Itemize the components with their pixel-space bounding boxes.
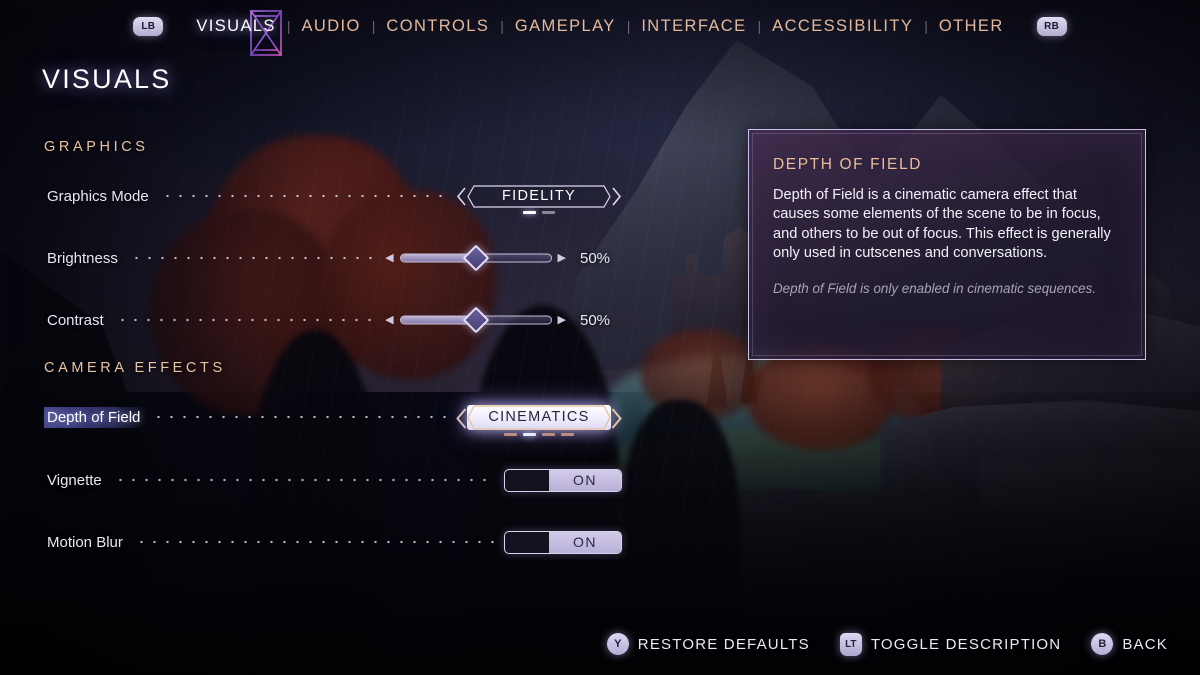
button-y-icon: Y (606, 633, 629, 655)
slider-value: 50% (580, 311, 611, 329)
footer-action-bar: Y RESTORE DEFAULTS LT TOGGLE DESCRIPTION… (0, 629, 1200, 659)
setting-row-brightness[interactable]: Brightness ◀ ▶ 50% (44, 243, 622, 273)
tab-controls[interactable]: CONTROLS (375, 17, 500, 36)
slider-handle[interactable] (462, 244, 489, 272)
setting-label: Graphics Mode (47, 187, 149, 205)
prompt-toggle-description[interactable]: LT TOGGLE DESCRIPTION (839, 632, 1062, 656)
category-nav-bar: LB VISUALS | AUDIO | CONTROLS | GAMEPLAY (0, 0, 1200, 56)
section-heading-graphics: GRAPHICS (44, 139, 149, 155)
toggle-state-label: ON (572, 472, 598, 488)
right-bumper-button[interactable]: RB (1036, 16, 1067, 36)
option-pagination (467, 210, 611, 214)
pagination-dash (542, 210, 555, 214)
dotted-leader (160, 189, 448, 203)
description-body: Depth of Field is a cinematic camera eff… (773, 187, 1111, 262)
setting-label: Contrast (47, 311, 104, 329)
tab-gameplay[interactable]: GAMEPLAY (504, 17, 627, 36)
setting-label: Depth of Field (44, 406, 145, 428)
slider-brightness[interactable]: ◀ ▶ 50% (385, 244, 622, 272)
prompt-label: BACK (1122, 635, 1168, 653)
stepper-depth-of-field[interactable]: CINEMATICS (456, 404, 622, 436)
dotted-leader (129, 251, 378, 265)
stepper-value-box: FIDELITY (467, 184, 611, 214)
pagination-dash (504, 432, 517, 436)
setting-label: Brightness (47, 249, 118, 267)
chevron-right-icon[interactable]: ▶ (558, 252, 566, 264)
description-panel: DEPTH OF FIELD Depth of Field is a cinem… (748, 129, 1146, 360)
setting-row-graphics-mode[interactable]: Graphics Mode FIDELITY (44, 181, 622, 214)
left-bumper-button[interactable]: LB (133, 16, 164, 36)
chevron-right-icon[interactable] (611, 186, 622, 206)
setting-label: Motion Blur (47, 533, 123, 551)
pagination-dash (523, 432, 536, 436)
stepper-value: FIDELITY (501, 188, 577, 204)
stepper-value-box: CINEMATICS (467, 404, 611, 436)
prompt-restore-defaults[interactable]: Y RESTORE DEFAULTS (606, 633, 810, 655)
chevron-right-icon[interactable] (611, 407, 622, 429)
button-b-icon: B (1091, 633, 1114, 655)
setting-row-depth-of-field[interactable]: Depth of Field CINEMATICS (44, 402, 622, 436)
tab-accessibility[interactable]: ACCESSIBILITY (761, 17, 924, 36)
description-title: DEPTH OF FIELD (773, 156, 922, 173)
tab-audio[interactable]: AUDIO (290, 17, 371, 36)
prompt-label: TOGGLE DESCRIPTION (870, 635, 1062, 653)
tab-visuals[interactable]: VISUALS (185, 17, 287, 36)
chevron-right-icon[interactable]: ▶ (558, 314, 566, 326)
pagination-dash (561, 432, 574, 436)
section-heading-camera-effects: CAMERA EFFECTS (44, 360, 226, 376)
stepper-value: CINEMATICS (488, 409, 590, 425)
tab-other[interactable]: OTHER (928, 17, 1015, 36)
pagination-dash (523, 210, 536, 214)
toggle-vignette[interactable]: ON (504, 468, 622, 492)
chevron-left-icon[interactable] (456, 407, 467, 429)
stepper-graphics-mode[interactable]: FIDELITY (456, 184, 622, 214)
setting-label: Vignette (47, 471, 102, 489)
setting-row-motion-blur[interactable]: Motion Blur ON (44, 527, 622, 557)
dotted-leader (115, 313, 378, 327)
slider-contrast[interactable]: ◀ ▶ 50% (385, 306, 622, 334)
slider-value: 50% (580, 249, 611, 267)
tab-interface[interactable]: INTERFACE (630, 17, 757, 36)
chevron-left-icon[interactable] (456, 186, 467, 206)
option-pagination (467, 432, 611, 436)
dotted-leader (134, 535, 496, 549)
chevron-left-icon[interactable]: ◀ (385, 314, 393, 326)
slider-track[interactable] (399, 244, 552, 272)
toggle-state-label: ON (572, 534, 598, 550)
chevron-left-icon[interactable]: ◀ (385, 252, 393, 264)
page-title: VISUALS (42, 64, 172, 94)
slider-track[interactable] (399, 306, 552, 334)
setting-row-vignette[interactable]: Vignette ON (44, 465, 622, 495)
pagination-dash (542, 432, 555, 436)
dotted-leader (152, 410, 448, 424)
setting-row-contrast[interactable]: Contrast ◀ ▶ 50% (44, 305, 622, 335)
prompt-back[interactable]: B BACK (1091, 633, 1168, 655)
slider-handle[interactable] (462, 306, 489, 334)
button-lt-icon: LT (839, 632, 862, 656)
prompt-label: RESTORE DEFAULTS (637, 635, 810, 653)
description-note: Depth of Field is only enabled in cinema… (773, 280, 1097, 296)
toggle-motion-blur[interactable]: ON (504, 530, 622, 554)
nav-tabs: VISUALS | AUDIO | CONTROLS | GAMEPLAY | … (185, 9, 1015, 56)
dotted-leader (113, 473, 496, 487)
